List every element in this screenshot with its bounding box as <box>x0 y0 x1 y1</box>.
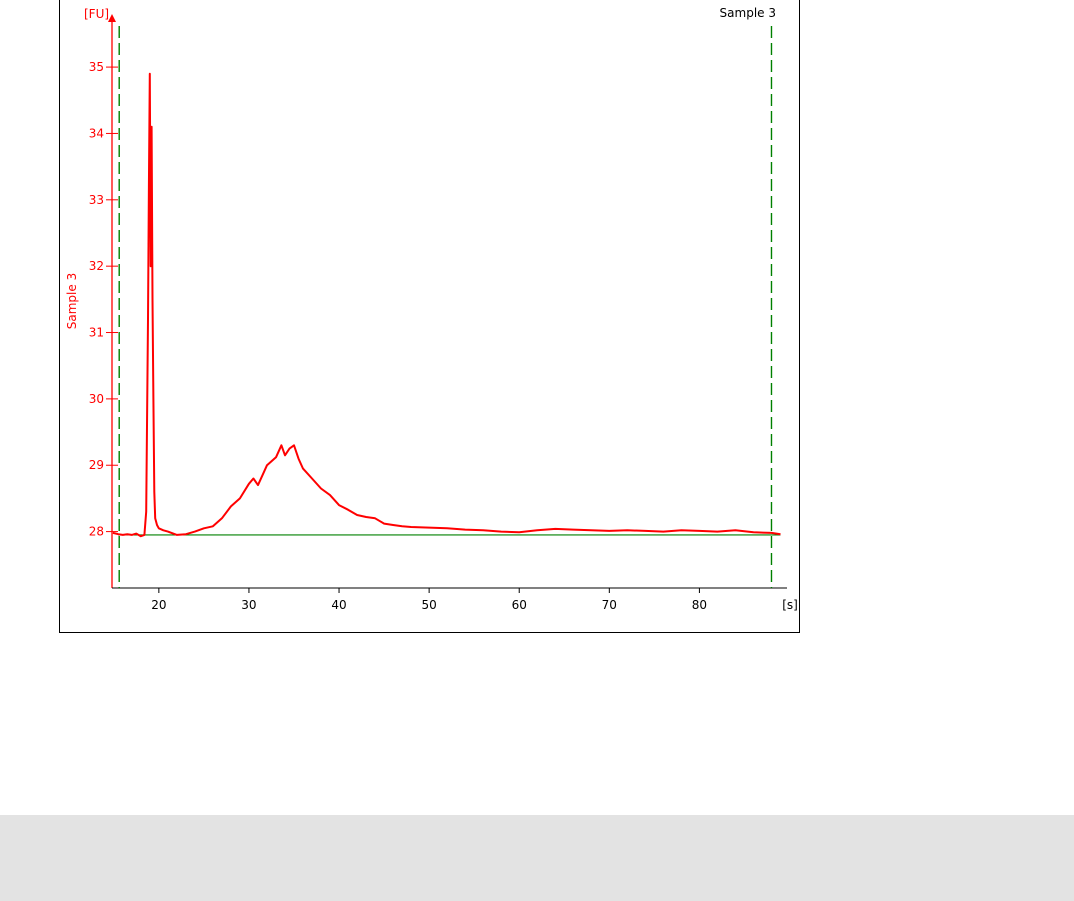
x-tick-label: 70 <box>602 598 617 612</box>
chart-title: Sample 3 <box>720 6 776 20</box>
x-unit-label: [s] <box>782 598 798 612</box>
x-tick-label: 50 <box>421 598 436 612</box>
bottom-bar <box>0 815 1074 901</box>
y-tick-label: 32 <box>89 259 104 273</box>
signal-trace <box>112 72 781 538</box>
electropherogram-chart: 28 29 30 31 32 33 34 35 20 30 40 50 60 70 80 [FU] [s] Sam… <box>65 6 798 612</box>
y-tick-label: 29 <box>89 458 104 472</box>
x-tick-label: 20 <box>151 598 166 612</box>
y-tick-label: 28 <box>89 525 104 539</box>
y-tick-label: 33 <box>89 193 104 207</box>
y-tick-label: 35 <box>89 60 104 74</box>
y-unit-label: [FU] <box>84 7 109 21</box>
x-tick-label: 30 <box>241 598 256 612</box>
y-tick-label: 34 <box>89 126 104 140</box>
y-axis-title: Sample 3 <box>65 273 79 329</box>
y-tick-label: 30 <box>89 392 104 406</box>
y-axis-arrow <box>108 14 116 22</box>
x-tick-label: 40 <box>331 598 346 612</box>
y-tick-label: 31 <box>89 326 104 340</box>
x-tick-label: 60 <box>512 598 527 612</box>
x-tick-label: 80 <box>692 598 707 612</box>
